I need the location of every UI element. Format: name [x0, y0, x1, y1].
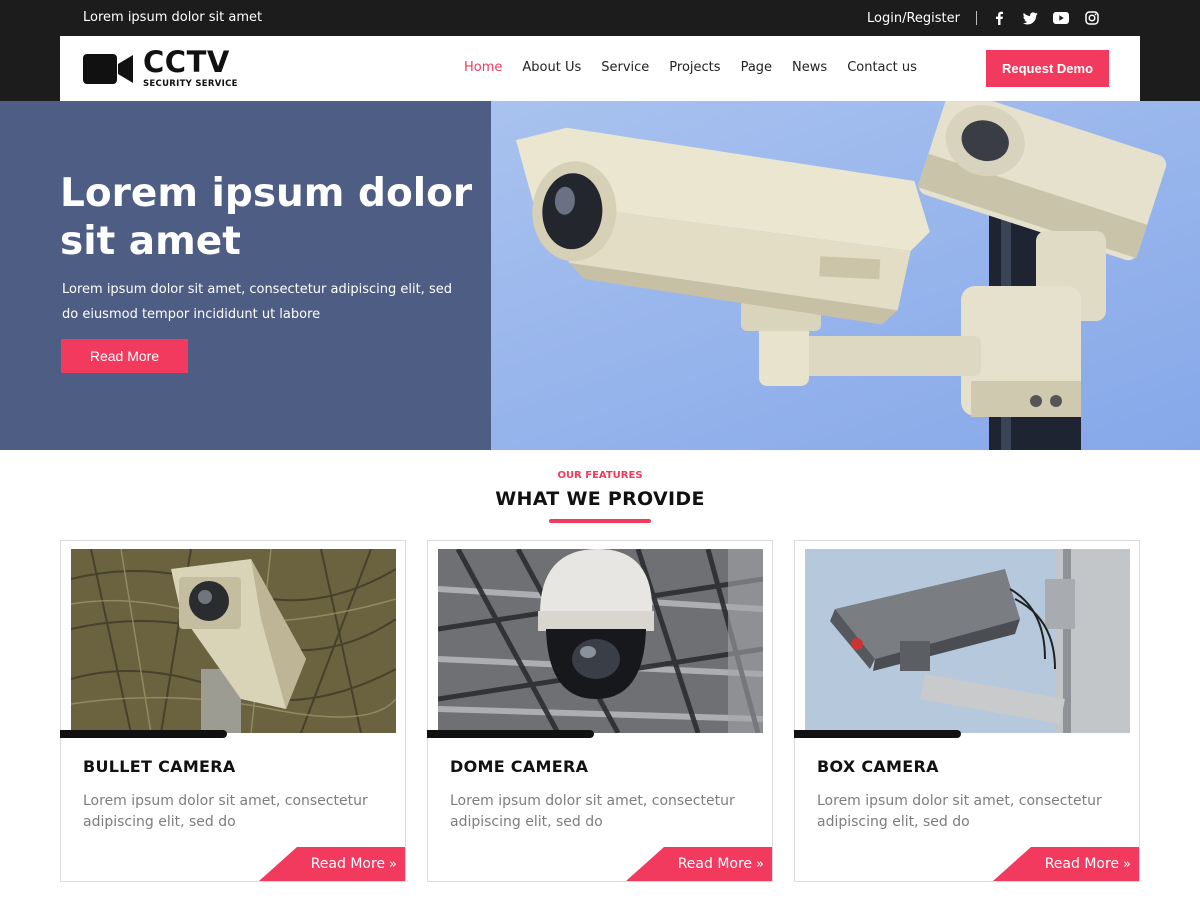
nav-item-service[interactable]: Service: [601, 60, 649, 75]
section-underline: [549, 519, 651, 523]
youtube-icon[interactable]: [1053, 10, 1069, 26]
video-camera-icon: [83, 52, 133, 86]
card-title: BOX CAMERA: [817, 757, 939, 776]
topbar-tagline: Lorem ipsum dolor sit amet: [83, 10, 263, 25]
double-chevron-right-icon: »: [1123, 856, 1131, 872]
double-chevron-right-icon: »: [389, 856, 397, 872]
nav-item-projects[interactable]: Projects: [669, 60, 720, 75]
social-links: [991, 10, 1100, 26]
card-accent-bar: [427, 730, 594, 738]
read-more-label: Read More: [310, 856, 386, 872]
feature-card-bullet-camera: BULLET CAMERA Lorem ipsum dolor sit amet…: [60, 540, 406, 882]
box-camera-image: [805, 549, 1130, 733]
login-register-link[interactable]: Login/Register: [867, 11, 960, 26]
main-nav: Home About Us Service Projects Page News…: [464, 60, 937, 75]
brand-text: CCTV SECURITY SERVICE: [143, 45, 238, 90]
nav-item-page[interactable]: Page: [741, 60, 772, 75]
hero-title: Lorem ipsum dolor sit amet: [60, 171, 473, 264]
card-accent-bar: [794, 730, 961, 738]
brand-logo[interactable]: CCTV SECURITY SERVICE: [83, 48, 238, 89]
read-more-label: Read More: [677, 856, 753, 872]
read-more-label: Read More: [1044, 856, 1120, 872]
instagram-icon[interactable]: [1084, 10, 1100, 26]
brand-title: CCTV: [143, 45, 230, 79]
section-title: WHAT WE PROVIDE: [495, 488, 705, 510]
card-read-more-link[interactable]: Read More »: [993, 847, 1139, 881]
card-description: Lorem ipsum dolor sit amet, consectetur …: [817, 793, 1102, 830]
twitter-icon[interactable]: [1022, 10, 1038, 26]
section-eyebrow: OUR FEATURES: [557, 470, 643, 481]
bullet-camera-image: [71, 549, 396, 733]
nav-item-contact-us[interactable]: Contact us: [847, 60, 917, 75]
card-title: DOME CAMERA: [450, 757, 589, 776]
hero-panel: [0, 101, 491, 450]
dome-camera-image: [438, 549, 763, 733]
hero-read-more-button[interactable]: Read More: [61, 339, 188, 373]
divider: [976, 11, 977, 25]
card-read-more-link[interactable]: Read More »: [626, 847, 772, 881]
card-read-more-link[interactable]: Read More »: [259, 847, 405, 881]
card-description: Lorem ipsum dolor sit amet, consectetur …: [83, 793, 368, 830]
hero-cctv-image: [491, 101, 1200, 450]
card-title: BULLET CAMERA: [83, 757, 236, 776]
facebook-icon[interactable]: [991, 10, 1007, 26]
topbar-right: Login/Register: [867, 10, 1100, 26]
main-header: CCTV SECURITY SERVICE Home About Us Serv…: [60, 36, 1140, 101]
request-demo-button[interactable]: Request Demo: [986, 50, 1109, 87]
nav-item-home[interactable]: Home: [464, 60, 502, 75]
hero-description: Lorem ipsum dolor sit amet, consectetur …: [62, 282, 452, 322]
feature-card-box-camera: BOX CAMERA Lorem ipsum dolor sit amet, c…: [794, 540, 1140, 882]
double-chevron-right-icon: »: [756, 856, 764, 872]
nav-item-about-us[interactable]: About Us: [522, 60, 581, 75]
brand-subtitle: SECURITY SERVICE: [143, 79, 238, 89]
nav-item-news[interactable]: News: [792, 60, 827, 75]
card-description: Lorem ipsum dolor sit amet, consectetur …: [450, 793, 735, 830]
feature-card-dome-camera: DOME CAMERA Lorem ipsum dolor sit amet, …: [427, 540, 773, 882]
card-accent-bar: [60, 730, 227, 738]
